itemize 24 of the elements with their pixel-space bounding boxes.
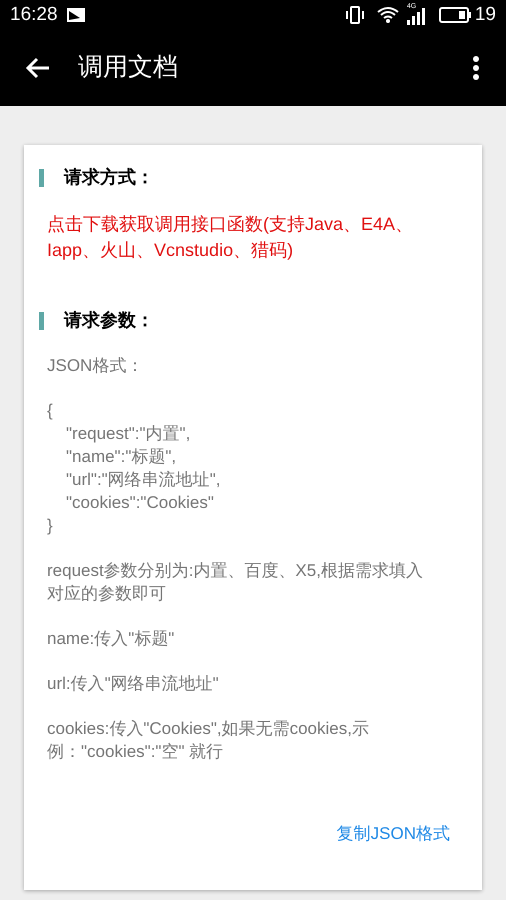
- image-notification-icon: [66, 7, 86, 23]
- battery-icon: [438, 7, 471, 23]
- json-brace: }: [47, 515, 54, 537]
- json-line: "name":"标题",: [65, 446, 178, 468]
- copy-json-button[interactable]: 复制JSON格式: [336, 821, 450, 846]
- json-line: "url":"网络串流地址",: [65, 469, 222, 491]
- doc-paragraph: name:传入"标题": [47, 628, 176, 650]
- wifi-icon: [376, 6, 399, 24]
- json-brace: {: [47, 400, 54, 422]
- download-link[interactable]: 点击下载获取调用接口函数(支持Java、E4A、Iapp、火山、Vcnstudio、猎码): [39, 211, 467, 263]
- vibrate-icon: [344, 6, 365, 24]
- section-heading: 请求方式：: [64, 166, 154, 189]
- doc-paragraph: request参数分别为:内置、百度、X5,根据需求填入对应的参数即可: [47, 560, 424, 605]
- status-time: 16:28: [10, 2, 58, 27]
- doc-paragraph: JSON格式：: [47, 355, 144, 377]
- doc-paragraph: url:传入"网络串流地址": [47, 673, 220, 695]
- section-marker: [39, 312, 44, 330]
- json-line: "request":"内置",: [65, 423, 192, 445]
- section-heading: 请求参数：: [64, 309, 154, 332]
- battery-level: 19: [474, 2, 496, 27]
- section-marker: [39, 168, 44, 186]
- doc-paragraph: cookies:传入"Cookies",如果无需cookies,示例："cookies":"空" 就行: [47, 718, 370, 763]
- screen-title: 调用文档: [78, 52, 179, 84]
- json-line: "cookies":"Cookies": [65, 492, 215, 514]
